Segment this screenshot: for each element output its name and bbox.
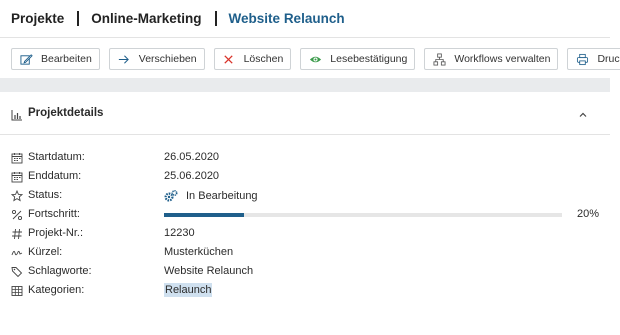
startdatum-value: 26.05.2020 [164,151,220,163]
detail-row-schlagworte: Schlagworte: Website Relaunch [11,264,601,281]
breadcrumb-item-online-marketing[interactable]: Online-Marketing [91,11,201,26]
move-button[interactable]: Verschieben [108,48,205,70]
detail-row-enddatum: Enddatum: 25.06.2020 [11,169,601,186]
print-button-label: Drucken [597,53,620,65]
progress-percent: 20% [577,208,600,220]
move-button-label: Verschieben [138,53,197,65]
status-value: In Bearbeitung [164,189,258,203]
delete-button-label: Löschen [243,53,284,65]
edit-icon [19,52,33,66]
detail-row-kuerzel: Kürzel: Musterküchen [11,245,601,262]
detail-row-startdatum: Startdatum: 26.05.2020 [11,150,601,167]
fortschritt-label: Fortschritt: [28,208,80,220]
breadcrumb: Projekte Online-Marketing Website Relaun… [11,9,345,27]
star-icon [10,189,24,202]
category-tag[interactable]: Relaunch [164,283,213,297]
gears-icon [164,189,178,203]
status-label: Status: [28,189,63,201]
chevron-up-icon[interactable] [577,108,589,120]
kategorien-label: Kategorien: [28,284,85,296]
signature-icon [11,247,23,259]
projekt-nr-value: 12230 [164,227,195,239]
calendar-icon [11,171,23,183]
detail-row-fortschritt: Fortschritt: 20% [11,207,601,224]
detail-row-projekt-nr: Projekt-Nr.: 12230 [11,226,601,243]
divider [0,134,610,135]
detail-row-kategorien: Kategorien: Relaunch [11,283,601,300]
tags-icon [11,266,23,278]
grid-icon [11,285,23,297]
breadcrumb-separator [214,10,217,26]
hash-icon [11,228,23,240]
enddatum-label: Enddatum: [28,170,82,182]
breadcrumb-separator [77,10,80,26]
kategorien-value: Relaunch [164,283,213,297]
read-receipt-button[interactable]: Lesebestätigung [300,48,416,70]
kuerzel-label: Kürzel: [28,246,63,258]
percent-icon [11,209,23,221]
manage-workflows-button-label: Workflows verwalten [454,53,551,65]
section-band [0,78,610,92]
projekt-nr-label: Projekt-Nr.: [28,227,84,239]
delete-button[interactable]: Löschen [213,48,292,70]
enddatum-value: 25.06.2020 [164,170,220,182]
status-text: In Bearbeitung [186,190,258,202]
progress-bar-fill [164,213,244,217]
eye-icon [308,52,322,66]
workflow-icon [432,52,446,66]
schlagworte-value[interactable]: Website Relaunch [164,265,253,277]
toolbar: Bearbeiten Verschieben Löschen Lesebestä… [11,48,620,70]
print-button[interactable]: Drucken [567,48,620,70]
divider [0,37,610,38]
breadcrumb-item-projekte[interactable]: Projekte [11,11,64,26]
chart-icon [11,108,23,121]
panel-header[interactable]: Projektdetails [0,96,610,132]
printer-icon [575,52,589,66]
detail-row-status: Status: In Bearbeitung [10,188,601,205]
kuerzel-value: Musterküchen [164,246,234,258]
close-icon [222,52,236,66]
panel-title: Projektdetails [28,107,104,119]
calendar-icon [11,152,23,164]
breadcrumb-item-current: Website Relaunch [228,10,345,26]
manage-workflows-button[interactable]: Workflows verwalten [424,48,559,70]
edit-button-label: Bearbeiten [41,53,92,65]
progress-bar [164,213,562,217]
arrow-right-icon [117,52,131,66]
edit-button[interactable]: Bearbeiten [11,48,100,70]
startdatum-label: Startdatum: [28,151,85,163]
read-receipt-button-label: Lesebestätigung [330,53,408,65]
schlagworte-label: Schlagworte: [28,265,92,277]
